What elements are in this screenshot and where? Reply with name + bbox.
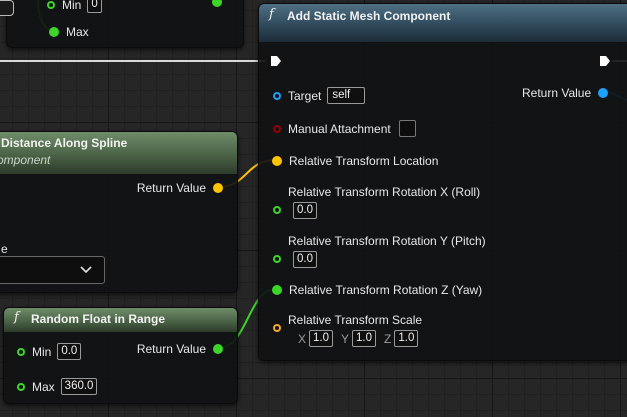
node-subtitle: omponent	[0, 153, 51, 167]
node-title: Distance Along Spline	[1, 136, 128, 150]
target-label: Target	[288, 88, 322, 103]
return-value-row: Return Value	[522, 86, 609, 100]
scale-group: Relative Transform Scale X 1.0 Y 1.0 Z 1…	[288, 313, 422, 347]
target-pin[interactable]	[273, 91, 281, 100]
return-value-pin[interactable]	[213, 183, 223, 193]
scale-pin[interactable]	[273, 324, 281, 332]
node-title: Random Float in Range	[31, 312, 166, 326]
manual-attachment-label: Manual Attachment	[288, 121, 391, 136]
rotation-x-pin[interactable]	[273, 206, 281, 214]
min-label: Min	[32, 344, 52, 359]
return-value-row: Return Value	[137, 342, 223, 356]
top-output-pin[interactable]	[212, 0, 222, 7]
scale-x-label: X	[298, 331, 307, 346]
max-label: Max	[32, 379, 55, 394]
exec-out-pin-icon[interactable]	[599, 55, 611, 67]
manual-attachment-pin[interactable]	[273, 124, 281, 133]
return-value-pin[interactable]	[213, 344, 223, 354]
min-label: Min	[62, 0, 82, 12]
scale-x-field[interactable]: 1.0	[309, 330, 334, 347]
manual-attachment-row: Manual Attachment	[273, 120, 416, 137]
node-header: f Random Float in Range	[4, 308, 237, 332]
max-pin[interactable]	[17, 382, 25, 391]
location-label: Relative Transform Location	[289, 154, 439, 168]
min-row-partial: Min 0	[47, 0, 102, 13]
exec-in-pin-icon[interactable]	[270, 55, 282, 67]
add-static-mesh-component-node[interactable]: f Add Static Mesh Component Target self …	[258, 3, 627, 361]
scale-label: Relative Transform Scale	[288, 313, 423, 327]
param-label: e	[1, 242, 8, 256]
min-row: Min 0.0	[17, 343, 82, 360]
scale-row: Relative Transform Scale X 1.0 Y 1.0 Z 1…	[273, 313, 422, 347]
range-node-top[interactable]: Min 0 Max	[6, 0, 244, 48]
param-label-row: e	[1, 242, 8, 256]
rotation-x-group: Relative Transform Rotation X (Roll) 0.0	[288, 185, 480, 219]
rotation-y-group: Relative Transform Rotation Y (Pitch) 0.…	[288, 234, 486, 268]
scale-z-label: Z	[384, 331, 392, 346]
function-icon: f	[14, 310, 19, 325]
random-float-node[interactable]: f Random Float in Range Min 0.0 Max 360.…	[3, 307, 238, 404]
scale-y-label: Y	[341, 331, 350, 346]
return-value-pin[interactable]	[598, 88, 609, 98]
rotation-x-label: Relative Transform Rotation X (Roll)	[288, 185, 481, 199]
node-header: Distance Along Spline omponent	[0, 132, 237, 174]
max-row: Max	[49, 25, 89, 39]
rotation-y-value-field[interactable]: 0.0	[293, 251, 317, 268]
min-pin[interactable]	[47, 0, 55, 9]
rotation-y-pin[interactable]	[273, 255, 281, 263]
function-icon: f	[269, 7, 274, 22]
return-value-label: Return Value	[522, 86, 592, 100]
node-title: Add Static Mesh Component	[287, 9, 451, 23]
rotation-x-value-field[interactable]: 0.0	[293, 202, 317, 219]
max-value-field[interactable]: 360.0	[60, 378, 98, 395]
min-value-field[interactable]: 0	[87, 0, 102, 13]
rotation-x-row: Relative Transform Rotation X (Roll) 0.0	[273, 185, 480, 219]
chevron-down-icon	[80, 266, 92, 274]
target-value-field[interactable]: self	[327, 87, 366, 104]
exec-connector-icon[interactable]	[0, 0, 14, 16]
rotation-z-row: Relative Transform Rotation Z (Yaw)	[272, 283, 482, 297]
rotation-z-pin[interactable]	[272, 285, 282, 295]
max-row: Max 360.0	[17, 378, 98, 395]
target-row: Target self	[273, 87, 366, 104]
location-row: Relative Transform Location	[272, 154, 438, 168]
coordinate-space-dropdown[interactable]	[0, 256, 105, 284]
return-value-label: Return Value	[136, 342, 206, 356]
max-label: Max	[66, 25, 89, 39]
node-header: f Add Static Mesh Component	[259, 4, 627, 42]
manual-attachment-checkbox[interactable]	[398, 120, 416, 137]
min-pin[interactable]	[17, 347, 25, 356]
distance-along-spline-node[interactable]: Distance Along Spline omponent Return Va…	[0, 131, 238, 293]
location-pin[interactable]	[272, 156, 282, 166]
scale-y-field[interactable]: 1.0	[352, 330, 377, 347]
min-value-field[interactable]: 0.0	[57, 343, 82, 360]
rotation-z-label: Relative Transform Rotation Z (Yaw)	[289, 283, 483, 297]
scale-z-field[interactable]: 1.0	[394, 330, 419, 347]
max-pin[interactable]	[49, 27, 59, 37]
rotation-y-row: Relative Transform Rotation Y (Pitch) 0.…	[273, 234, 486, 268]
scale-fields: X 1.0 Y 1.0 Z 1.0	[298, 330, 422, 347]
rotation-y-label: Relative Transform Rotation Y (Pitch)	[288, 234, 486, 248]
return-value-row: Return Value	[137, 181, 223, 195]
return-value-label: Return Value	[136, 181, 206, 195]
